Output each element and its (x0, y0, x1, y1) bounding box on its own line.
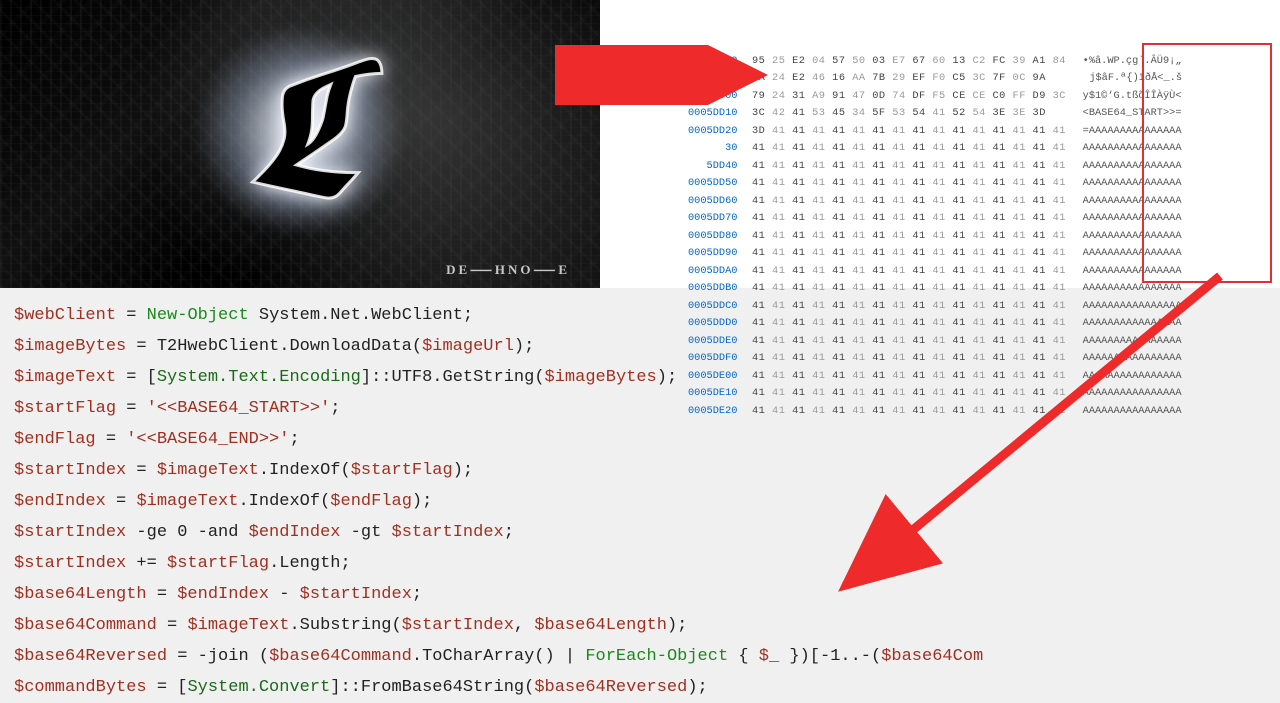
hex-bytes: 41 41 41 41 41 41 41 41 41 41 41 41 41 4… (752, 193, 1073, 211)
hex-offset: 0005DE20 (688, 403, 752, 421)
hex-row: 3041 41 41 41 41 41 41 41 41 41 41 41 41… (688, 140, 1280, 158)
hex-offset: 0005DE10 (688, 385, 752, 403)
hex-ascii: AAAAAAAAAAAAAAAA (1083, 158, 1182, 176)
hex-offset: 0005DDC0 (688, 298, 752, 316)
hex-offset: 0005DD90 (688, 245, 752, 263)
hex-offset: 0005DD20 (688, 123, 752, 141)
hex-row: 0005DD103C 42 41 53 45 34 5F 53 54 41 52… (688, 105, 1280, 123)
hex-bytes: 41 41 41 41 41 41 41 41 41 41 41 41 41 4… (752, 315, 1073, 333)
hex-offset: 0005DDD0 (688, 315, 752, 333)
hex-row: 0005DDA041 41 41 41 41 41 41 41 41 41 41… (688, 263, 1280, 281)
hex-ascii: AAAAAAAAAAAAAAAA (1083, 210, 1182, 228)
hex-ascii: AAAAAAAAAAAAAAAA (1083, 298, 1182, 316)
hex-bytes: 41 41 41 41 41 41 41 41 41 41 41 41 41 4… (752, 210, 1073, 228)
code-line: $base64Command = $imageText.Substring($s… (14, 610, 1266, 641)
hex-ascii: AAAAAAAAAAAAAAAA (1083, 140, 1182, 158)
hex-ascii: AAAAAAAAAAAAAAAA (1083, 368, 1182, 386)
hex-row: 0005DDE041 41 41 41 41 41 41 41 41 41 41… (688, 333, 1280, 351)
hex-ascii: <BASE64_START>>= (1083, 105, 1182, 123)
hex-row: 0005DE0041 41 41 41 41 41 41 41 41 41 41… (688, 368, 1280, 386)
hex-row: 0005DD6041 41 41 41 41 41 41 41 41 41 41… (688, 193, 1280, 211)
hex-offset: 0005DD60 (688, 193, 752, 211)
hex-offset: 0005DDB0 (688, 280, 752, 298)
hex-offset: 0005DDA0 (688, 263, 752, 281)
hex-bytes: 41 41 41 41 41 41 41 41 41 41 41 41 41 4… (752, 368, 1073, 386)
code-line: $endFlag = '<<BASE64_END>>'; (14, 424, 1266, 455)
hex-bytes: 41 41 41 41 41 41 41 41 41 41 41 41 41 4… (752, 158, 1073, 176)
hex-offset: 0005DD10 (688, 105, 752, 123)
hex-row: 0005DDD041 41 41 41 41 41 41 41 41 41 41… (688, 315, 1280, 333)
hex-bytes: 41 41 41 41 41 41 41 41 41 41 41 41 41 4… (752, 333, 1073, 351)
hex-bytes: 41 41 41 41 41 41 41 41 41 41 41 41 41 4… (752, 175, 1073, 193)
hex-bytes: 41 41 41 41 41 41 41 41 41 41 41 41 41 4… (752, 298, 1073, 316)
hex-offset: 0005DDF0 (688, 350, 752, 368)
hex-ascii: AAAAAAAAAAAAAAAA (1083, 403, 1182, 421)
hex-offset: 30 (688, 140, 752, 158)
hex-ascii: AAAAAAAAAAAAAAAA (1083, 350, 1182, 368)
hex-ascii: =AAAAAAAAAAAAAAA (1083, 123, 1182, 141)
hex-ascii: AAAAAAAAAAAAAAAA (1083, 280, 1182, 298)
hex-ascii: y$1©‘G.tßõÎÎÀÿÙ< (1083, 88, 1182, 106)
hex-row: 0005DCF06A 24 E2 46 16 AA 7B 29 EF F0 C5… (688, 70, 1280, 88)
code-line: $startIndex -ge 0 -and $endIndex -gt $st… (14, 517, 1266, 548)
hex-ascii: •%â.WP.çg`.ÂÜ9¡„ (1083, 53, 1182, 71)
hex-row: 0005DE2041 41 41 41 41 41 41 41 41 41 41… (688, 403, 1280, 421)
l-letter: L (246, 35, 354, 225)
hex-ascii: AAAAAAAAAAAAAAAA (1083, 263, 1182, 281)
hex-ascii: AAAAAAAAAAAAAAAA (1083, 193, 1182, 211)
hex-ascii: AAAAAAAAAAAAAAAA (1083, 315, 1182, 333)
hex-row: 0005DD8041 41 41 41 41 41 41 41 41 41 41… (688, 228, 1280, 246)
hex-offset: 5DD40 (688, 158, 752, 176)
hex-offset: 0005DDE0 (688, 333, 752, 351)
hex-row: 0005DD203D 41 41 41 41 41 41 41 41 41 41… (688, 123, 1280, 141)
code-line: $commandBytes = [System.Convert]::FromBa… (14, 672, 1266, 703)
code-line: $base64Reversed = -join ($base64Command.… (14, 641, 1266, 672)
hex-bytes: 79 24 31 A9 91 47 0D 74 DF F5 CE CE C0 F… (752, 88, 1073, 106)
hex-bytes: 41 41 41 41 41 41 41 41 41 41 41 41 41 4… (752, 228, 1073, 246)
hex-ascii: AAAAAAAAAAAAAAAA (1083, 228, 1182, 246)
hex-bytes: 41 41 41 41 41 41 41 41 41 41 41 41 41 4… (752, 245, 1073, 263)
hex-row: 0005DDB041 41 41 41 41 41 41 41 41 41 41… (688, 280, 1280, 298)
hex-bytes: 41 41 41 41 41 41 41 41 41 41 41 41 41 4… (752, 280, 1073, 298)
hex-bytes: 95 25 E2 04 57 50 03 E7 67 60 13 C2 FC 3… (752, 53, 1073, 71)
hex-bytes: 41 41 41 41 41 41 41 41 41 41 41 41 41 4… (752, 140, 1073, 158)
hex-offset: 0005DD00 (688, 88, 752, 106)
hex-bytes: 3C 42 41 53 45 34 5F 53 54 41 52 54 3E 3… (752, 105, 1073, 123)
hex-ascii: j$âF.ª{)ïðÅ<_.š (1089, 70, 1182, 88)
hex-offset: 0005DD80 (688, 228, 752, 246)
deathnote-logo: DE⸺HNO⸺E (446, 259, 570, 278)
top-region: L DE⸺HNO⸺E 0005DCE095 25 E2 04 57 50 03 … (0, 0, 1280, 288)
hex-ascii: AAAAAAAAAAAAAAAA (1083, 333, 1182, 351)
hex-row: 0005DD9041 41 41 41 41 41 41 41 41 41 41… (688, 245, 1280, 263)
hex-viewer: 0005DCE095 25 E2 04 57 50 03 E7 67 60 13… (600, 0, 1280, 288)
hex-bytes: 41 41 41 41 41 41 41 41 41 41 41 41 41 4… (752, 385, 1073, 403)
hex-bytes: 41 41 41 41 41 41 41 41 41 41 41 41 41 4… (752, 350, 1073, 368)
hex-offset: 0005DCF0 (688, 70, 752, 88)
hex-offset: 0005DCE0 (688, 53, 752, 71)
hex-bytes: 3D 41 41 41 41 41 41 41 41 41 41 41 41 4… (752, 123, 1073, 141)
hex-ascii: AAAAAAAAAAAAAAAA (1083, 245, 1182, 263)
hex-offset: 0005DD50 (688, 175, 752, 193)
code-line: $startIndex = $imageText.IndexOf($startF… (14, 455, 1266, 486)
hex-row: 0005DDC041 41 41 41 41 41 41 41 41 41 41… (688, 298, 1280, 316)
hex-row: 0005DDF041 41 41 41 41 41 41 41 41 41 41… (688, 350, 1280, 368)
hex-bytes: 41 41 41 41 41 41 41 41 41 41 41 41 41 4… (752, 263, 1073, 281)
code-line: $base64Length = $endIndex - $startIndex; (14, 579, 1266, 610)
code-line: $endIndex = $imageText.IndexOf($endFlag)… (14, 486, 1266, 517)
hex-row: 0005DCE095 25 E2 04 57 50 03 E7 67 60 13… (688, 53, 1280, 71)
hex-bytes: 41 41 41 41 41 41 41 41 41 41 41 41 41 4… (752, 403, 1073, 421)
hex-offset: 0005DD70 (688, 210, 752, 228)
hex-row: 0005DD0079 24 31 A9 91 47 0D 74 DF F5 CE… (688, 88, 1280, 106)
hex-row: 0005DE1041 41 41 41 41 41 41 41 41 41 41… (688, 385, 1280, 403)
hex-offset: 0005DE00 (688, 368, 752, 386)
hex-ascii: AAAAAAAAAAAAAAAA (1083, 385, 1182, 403)
hex-row: 0005DD5041 41 41 41 41 41 41 41 41 41 41… (688, 175, 1280, 193)
hex-row: 0005DD7041 41 41 41 41 41 41 41 41 41 41… (688, 210, 1280, 228)
wallpaper-l-image: L DE⸺HNO⸺E (0, 0, 600, 288)
hex-row: 5DD4041 41 41 41 41 41 41 41 41 41 41 41… (688, 158, 1280, 176)
code-line: $startIndex += $startFlag.Length; (14, 548, 1266, 579)
hex-ascii: AAAAAAAAAAAAAAAA (1083, 175, 1182, 193)
hex-bytes: 6A 24 E2 46 16 AA 7B 29 EF F0 C5 3C 7F 0… (752, 70, 1079, 88)
